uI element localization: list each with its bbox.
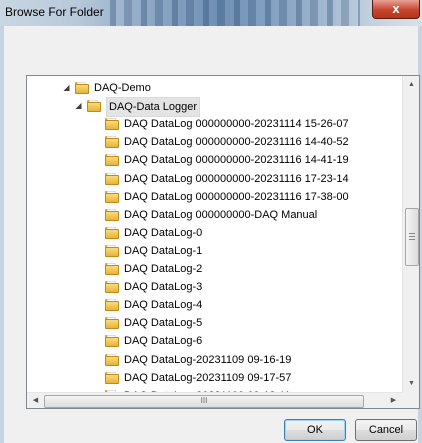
title-bar-background — [110, 0, 360, 26]
folder-tree-content: ◢ DAQ-Demo ◢ DAQ-Data Logger DAQ DataLog 000… — [27, 76, 402, 392]
scroll-up-arrow-icon[interactable]: ▲ — [403, 76, 419, 93]
tree-item[interactable]: DAQ DataLog 000000000-20231114 15-26-07 — [27, 115, 402, 133]
folder-icon — [105, 244, 119, 257]
folder-tree[interactable]: ◢ DAQ-Demo ◢ DAQ-Data Logger DAQ DataLog 000… — [26, 75, 420, 409]
scroll-right-arrow-icon[interactable]: ▶ — [385, 393, 402, 408]
close-icon: x — [392, 1, 400, 16]
cancel-button[interactable]: Cancel — [355, 419, 417, 441]
tree-item-label: DAQ DataLog 000000000-20231116 17-38-00 — [124, 190, 349, 203]
folder-icon — [105, 371, 119, 384]
tree-item[interactable]: DAQ DataLog-20231109 09-17-57 — [27, 369, 402, 387]
tree-item-label: DAQ-Demo — [94, 82, 151, 94]
tree-item[interactable]: DAQ DataLog 000000000-DAQ Manual — [27, 206, 402, 224]
expand-arrow-icon[interactable]: ◢ — [62, 79, 71, 97]
tree-item-label: DAQ DataLog-3 — [124, 281, 203, 294]
horizontal-scroll-thumb[interactable]: III — [44, 395, 364, 408]
tree-item[interactable]: DAQ DataLog 000000000-20231116 17-23-14 — [27, 170, 402, 188]
folder-icon — [105, 263, 119, 275]
tree-item[interactable]: DAQ DataLog-20231109 09-16-19 — [27, 351, 402, 369]
tree-item[interactable]: ◢ DAQ-Demo — [27, 79, 402, 97]
tree-item-label: DAQ DataLog 000000000-20231116 17-23-14 — [124, 172, 349, 185]
tree-item-label: DAQ-Data Logger — [106, 97, 201, 118]
tree-item[interactable]: DAQ DataLog-4 — [27, 296, 402, 314]
folder-icon — [105, 208, 119, 221]
thumb-grip-line — [409, 233, 415, 234]
tree-item-label: DAQ DataLog 000000000-DAQ Manual — [124, 208, 318, 221]
tree-item-label: DAQ DataLog-0 — [124, 226, 203, 239]
title-bar[interactable]: Browse For Folder x — [0, 0, 422, 26]
thumb-grip-line — [409, 236, 415, 237]
thumb-grip-line — [409, 239, 415, 240]
folder-icon — [75, 82, 89, 94]
tree-item[interactable]: DAQ DataLog-1 — [27, 242, 402, 260]
scrollbar-corner — [402, 392, 419, 408]
folder-icon — [105, 136, 119, 149]
expand-arrow-icon[interactable]: ◢ — [74, 97, 83, 115]
folder-icon — [105, 317, 119, 330]
scroll-down-arrow-icon[interactable]: ▼ — [403, 375, 419, 392]
tree-item[interactable]: DAQ DataLog 000000000-20231116 17-38-00 — [27, 188, 402, 206]
folder-icon — [87, 100, 101, 113]
folder-icon — [105, 154, 119, 167]
close-button[interactable]: x — [372, 0, 420, 19]
tree-item-label: DAQ DataLog-5 — [124, 317, 203, 330]
tree-item[interactable]: DAQ DataLog-2 — [27, 260, 402, 278]
tree-item-label: DAQ DataLog-1 — [124, 244, 203, 257]
folder-icon — [105, 190, 119, 203]
folder-icon — [105, 353, 119, 366]
folder-icon — [105, 118, 119, 131]
folder-icon — [105, 226, 119, 239]
scroll-left-arrow-icon[interactable]: ◀ — [27, 393, 44, 408]
tree-item-label: DAQ DataLog-6 — [124, 335, 203, 348]
tree-item[interactable]: DAQ DataLog-3 — [27, 278, 402, 296]
tree-item-label: DAQ DataLog-4 — [124, 299, 203, 312]
folder-icon — [105, 335, 119, 348]
tree-item[interactable]: DAQ DataLog 000000000-20231116 14-41-19 — [27, 151, 402, 169]
window-title: Browse For Folder — [5, 5, 104, 19]
tree-item[interactable]: DAQ DataLog-5 — [27, 314, 402, 332]
tree-item[interactable]: ◢ DAQ-Data Logger — [27, 97, 402, 118]
tree-item-label: DAQ DataLog-20231109 09-16-19 — [124, 353, 292, 366]
horizontal-scrollbar[interactable]: ◀ III ▶ — [27, 392, 402, 408]
tree-item[interactable]: DAQ DataLog-6 — [27, 332, 402, 350]
tree-item[interactable]: DAQ DataLog-0 — [27, 224, 402, 242]
vertical-scroll-thumb[interactable] — [405, 208, 419, 266]
tree-item[interactable]: DAQ DataLog 000000000-20231116 14-40-52 — [27, 133, 402, 151]
tree-item-label: DAQ DataLog 000000000-20231116 14-41-19 — [124, 154, 349, 167]
tree-item-label: DAQ DataLog 000000000-20231116 14-40-52 — [124, 136, 349, 149]
folder-icon — [105, 281, 119, 294]
tree-item-label: DAQ DataLog 000000000-20231114 15-26-07 — [124, 118, 349, 131]
window-frame-left — [0, 26, 4, 443]
folder-icon — [105, 172, 119, 185]
vertical-scrollbar[interactable]: ▲ ▼ — [402, 76, 419, 392]
ok-button[interactable]: OK — [284, 419, 346, 441]
tree-item-label: DAQ DataLog-2 — [124, 263, 203, 275]
tree-item-label: DAQ DataLog-20231109 09-17-57 — [124, 371, 292, 384]
folder-icon — [105, 299, 119, 312]
